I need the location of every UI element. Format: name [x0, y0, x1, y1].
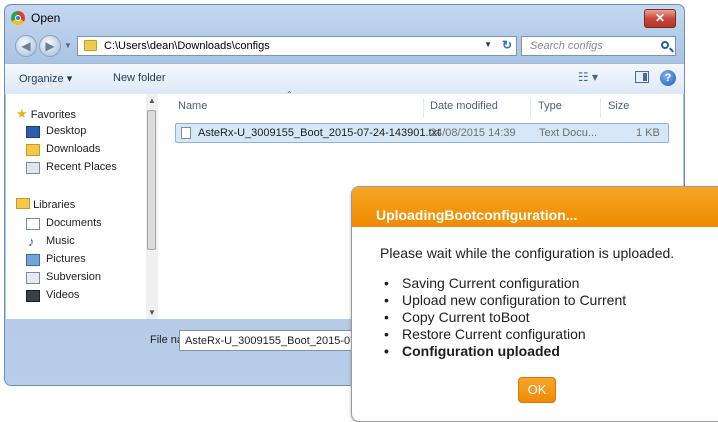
- favorites-header[interactable]: ★ Favorites: [16, 106, 76, 122]
- nav-item-downloads[interactable]: Downloads: [46, 143, 100, 155]
- nav-item-pictures[interactable]: Pictures: [46, 253, 86, 265]
- uploading-dialog-header: UploadingBootconfiguration...: [352, 187, 718, 227]
- desktop-icon: [26, 126, 40, 138]
- uploading-dialog: UploadingBootconfiguration... Please wai…: [351, 186, 718, 422]
- text-file-icon: [181, 127, 191, 139]
- column-type[interactable]: Type: [538, 100, 562, 112]
- file-size: 1 KB: [636, 127, 660, 139]
- downloads-icon: [26, 144, 40, 156]
- folder-icon: [84, 40, 97, 51]
- file-date: 24/08/2015 14:39: [430, 127, 516, 139]
- preview-pane-icon[interactable]: [635, 71, 649, 83]
- address-bar[interactable]: C:\Users\dean\Downloads\configs ▼ ↻: [77, 36, 517, 56]
- search-input[interactable]: Search configs: [521, 36, 676, 56]
- list-item-final: Configuration uploaded: [380, 343, 626, 360]
- search-icon[interactable]: [661, 41, 669, 49]
- recent-locations-dropdown-icon[interactable]: ▼: [64, 41, 72, 50]
- help-icon[interactable]: ?: [660, 70, 676, 86]
- address-path: C:\Users\dean\Downloads\configs: [104, 40, 270, 52]
- address-dropdown-icon[interactable]: ▼: [484, 40, 492, 49]
- navigation-pane: ★ Favorites Desktop Downloads Recent Pla…: [6, 94, 158, 319]
- star-icon: ★: [16, 106, 28, 121]
- sort-indicator-icon: ⌃: [286, 90, 293, 99]
- nav-item-videos[interactable]: Videos: [46, 289, 79, 301]
- subversion-icon: [26, 272, 40, 284]
- address-row: ◀ ▶ ▼ C:\Users\dean\Downloads\configs ▼ …: [15, 35, 676, 59]
- pictures-icon: [26, 254, 40, 266]
- scroll-thumb[interactable]: [147, 110, 156, 250]
- close-button[interactable]: ✕: [644, 9, 676, 28]
- music-icon: ♪: [28, 234, 35, 249]
- view-options-icon[interactable]: ☷ ▾: [578, 70, 598, 84]
- chrome-app-icon: [11, 11, 25, 25]
- back-button[interactable]: ◀: [15, 35, 37, 57]
- uploading-message: Please wait while the configuration is u…: [380, 245, 675, 261]
- nav-item-subversion[interactable]: Subversion: [46, 271, 101, 283]
- new-folder-button[interactable]: New folder: [113, 72, 166, 84]
- libraries-header[interactable]: Libraries: [16, 198, 75, 211]
- libraries-icon: [16, 198, 30, 209]
- column-divider: [423, 98, 424, 118]
- ok-button[interactable]: OK: [518, 377, 556, 403]
- videos-icon: [26, 290, 40, 302]
- forward-button[interactable]: ▶: [39, 35, 61, 57]
- column-date-modified[interactable]: Date modified: [430, 100, 498, 112]
- scroll-down-icon[interactable]: ▼: [148, 308, 156, 317]
- nav-item-documents[interactable]: Documents: [46, 217, 102, 229]
- list-item: Upload new configuration to Current: [380, 292, 626, 309]
- search-placeholder: Search configs: [530, 40, 603, 52]
- refresh-icon[interactable]: ↻: [502, 38, 512, 52]
- recent-places-icon: [26, 162, 40, 174]
- upload-steps-list: Saving Current configuration Upload new …: [380, 275, 626, 360]
- organize-button[interactable]: Organize ▾: [19, 72, 72, 85]
- documents-icon: [26, 218, 40, 230]
- column-divider: [600, 98, 601, 118]
- command-toolbar: Organize ▾ New folder ☷ ▾ ?: [5, 63, 684, 95]
- table-row[interactable]: AsteRx-U_3009155_Boot_2015-07-24-143901.…: [175, 123, 669, 143]
- window-title: Open: [31, 11, 61, 25]
- list-item: Restore Current configuration: [380, 326, 626, 343]
- list-item: Copy Current toBoot: [380, 309, 626, 326]
- file-type: Text Docu...: [539, 127, 598, 139]
- back-arrow-icon: ◀: [21, 39, 31, 53]
- nav-scrollbar[interactable]: ▲ ▼: [146, 94, 158, 319]
- title-bar: Open ✕: [5, 5, 684, 31]
- file-name: AsteRx-U_3009155_Boot_2015-07-24-143901.…: [198, 127, 441, 139]
- nav-item-music[interactable]: Music: [46, 235, 75, 247]
- forward-arrow-icon: ▶: [45, 39, 55, 53]
- list-item: Saving Current configuration: [380, 275, 626, 292]
- nav-item-desktop[interactable]: Desktop: [46, 125, 86, 137]
- column-name[interactable]: Name: [178, 100, 207, 112]
- uploading-dialog-title: UploadingBootconfiguration...: [376, 207, 578, 223]
- column-divider: [530, 98, 531, 118]
- nav-item-recent-places[interactable]: Recent Places: [46, 161, 117, 173]
- scroll-up-icon[interactable]: ▲: [148, 96, 156, 105]
- column-size[interactable]: Size: [608, 100, 629, 112]
